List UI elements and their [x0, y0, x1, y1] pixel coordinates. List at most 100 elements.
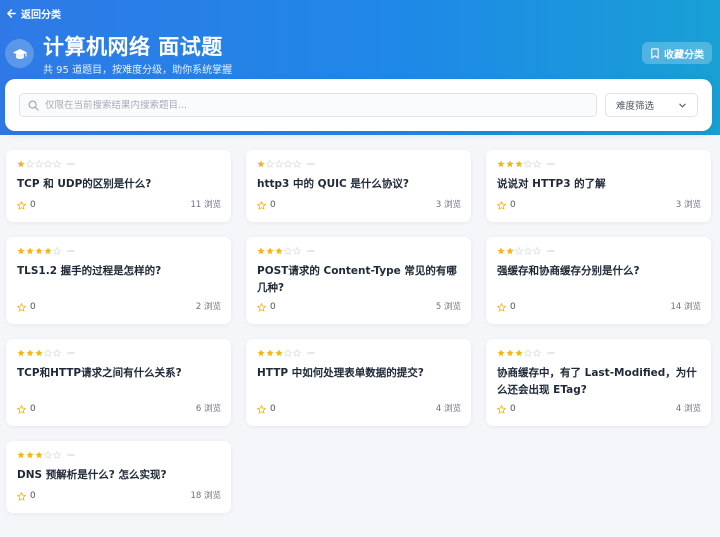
star-outline-icon: [497, 404, 506, 414]
star-filled-icon: [44, 247, 52, 255]
difficulty-divider: [67, 454, 75, 456]
star-filled-icon: [257, 349, 265, 357]
bookmark-icon: [651, 47, 659, 59]
like-count[interactable]: 0: [17, 404, 36, 414]
star-empty-icon: [524, 247, 532, 255]
star-filled-icon: [17, 451, 25, 459]
question-card[interactable]: POST请求的 Content-Type 常见的有哪几种? 0 5 浏览: [246, 237, 471, 324]
like-count-value: 0: [30, 302, 36, 312]
star-outline-icon: [257, 404, 266, 414]
difficulty-stars: [257, 247, 315, 255]
question-card[interactable]: 强缓存和协商缓存分别是什么? 0 14 浏览: [486, 237, 711, 324]
question-title: 强缓存和协商缓存分别是什么?: [497, 265, 640, 277]
view-count: 14 浏览: [670, 302, 701, 312]
question-title: 说说对 HTTP3 的了解: [497, 178, 606, 190]
star-outline-icon: [17, 404, 26, 414]
star-filled-icon: [275, 349, 283, 357]
arrow-left-icon: [7, 8, 16, 18]
difficulty-stars: [497, 349, 555, 357]
view-count: 2 浏览: [195, 302, 221, 312]
star-filled-icon: [515, 160, 523, 168]
star-outline-icon: [17, 491, 26, 501]
difficulty-stars: [257, 160, 315, 168]
star-empty-icon: [275, 160, 283, 168]
star-empty-icon: [284, 160, 292, 168]
question-title: TCP 和 UDP的区别是什么?: [17, 178, 152, 190]
question-card[interactable]: 说说对 HTTP3 的了解 0 3 浏览: [486, 150, 711, 222]
back-link[interactable]: 返回分类: [6, 5, 61, 21]
like-count-value: 0: [510, 200, 516, 210]
star-empty-icon: [293, 247, 301, 255]
like-count[interactable]: 0: [17, 491, 36, 501]
star-filled-icon: [275, 247, 283, 255]
search-panel: 难度筛选: [5, 79, 712, 131]
like-count[interactable]: 0: [257, 404, 276, 414]
difficulty-stars: [497, 247, 555, 255]
difficulty-select-label: 难度筛选: [616, 101, 655, 112]
star-filled-icon: [506, 247, 514, 255]
search-box: [19, 93, 597, 117]
star-empty-icon: [533, 247, 541, 255]
question-card[interactable]: TCP和HTTP请求之间有什么关系? 0 6 浏览: [6, 339, 231, 426]
like-count-value: 0: [30, 200, 36, 210]
question-card[interactable]: DNS 预解析是什么? 怎么实现? 0 18 浏览: [6, 441, 231, 513]
like-count-value: 0: [510, 302, 516, 312]
view-count: 5 浏览: [435, 302, 461, 312]
difficulty-stars: [17, 247, 75, 255]
chevron-down-icon: [679, 103, 686, 107]
star-empty-icon: [284, 247, 292, 255]
collect-category-button[interactable]: 收藏分类: [642, 42, 712, 64]
question-card[interactable]: TLS1.2 握手的过程是怎样的? 0 2 浏览: [6, 237, 231, 324]
difficulty-select[interactable]: 难度筛选: [605, 93, 698, 117]
like-count-value: 0: [270, 302, 276, 312]
star-filled-icon: [17, 247, 25, 255]
difficulty-divider: [547, 250, 555, 252]
difficulty-stars: [17, 451, 75, 459]
star-filled-icon: [26, 247, 34, 255]
search-input[interactable]: [45, 99, 596, 111]
star-empty-icon: [26, 160, 34, 168]
collect-category-label: 收藏分类: [664, 49, 704, 61]
difficulty-divider: [547, 352, 555, 354]
star-outline-icon: [497, 200, 506, 210]
star-empty-icon: [44, 160, 52, 168]
question-card[interactable]: http3 中的 QUIC 是什么协议? 0 3 浏览: [246, 150, 471, 222]
star-empty-icon: [53, 247, 61, 255]
difficulty-divider: [307, 250, 315, 252]
question-title: TCP和HTTP请求之间有什么关系?: [17, 367, 182, 379]
question-card[interactable]: TCP 和 UDP的区别是什么? 0 11 浏览: [6, 150, 231, 222]
view-count: 18 浏览: [190, 491, 221, 501]
like-count-value: 0: [270, 200, 276, 210]
star-filled-icon: [26, 349, 34, 357]
like-count[interactable]: 0: [497, 404, 516, 414]
star-empty-icon: [35, 160, 43, 168]
star-empty-icon: [53, 349, 61, 357]
star-empty-icon: [533, 160, 541, 168]
view-count: 6 浏览: [195, 404, 221, 414]
star-filled-icon: [497, 160, 505, 168]
star-empty-icon: [284, 349, 292, 357]
like-count[interactable]: 0: [17, 200, 36, 210]
question-card[interactable]: HTTP 中如何处理表单数据的提交? 0 4 浏览: [246, 339, 471, 426]
view-count: 3 浏览: [435, 200, 461, 210]
question-title: 协商缓存中，有了 Last-Modified，为什么还会出现 ETag?: [497, 367, 697, 396]
star-filled-icon: [515, 349, 523, 357]
difficulty-stars: [17, 349, 75, 357]
star-filled-icon: [17, 349, 25, 357]
like-count[interactable]: 0: [497, 302, 516, 312]
star-filled-icon: [35, 349, 43, 357]
difficulty-divider: [67, 163, 75, 165]
view-count: 11 浏览: [190, 200, 221, 210]
like-count[interactable]: 0: [257, 302, 276, 312]
star-filled-icon: [35, 247, 43, 255]
like-count-value: 0: [30, 491, 36, 501]
star-filled-icon: [266, 247, 274, 255]
back-link-label: 返回分类: [21, 9, 61, 21]
like-count[interactable]: 0: [17, 302, 36, 312]
like-count[interactable]: 0: [257, 200, 276, 210]
difficulty-divider: [547, 163, 555, 165]
difficulty-divider: [307, 352, 315, 354]
question-card[interactable]: 协商缓存中，有了 Last-Modified，为什么还会出现 ETag? 0 4 浏…: [486, 339, 711, 426]
star-empty-icon: [524, 349, 532, 357]
like-count[interactable]: 0: [497, 200, 516, 210]
